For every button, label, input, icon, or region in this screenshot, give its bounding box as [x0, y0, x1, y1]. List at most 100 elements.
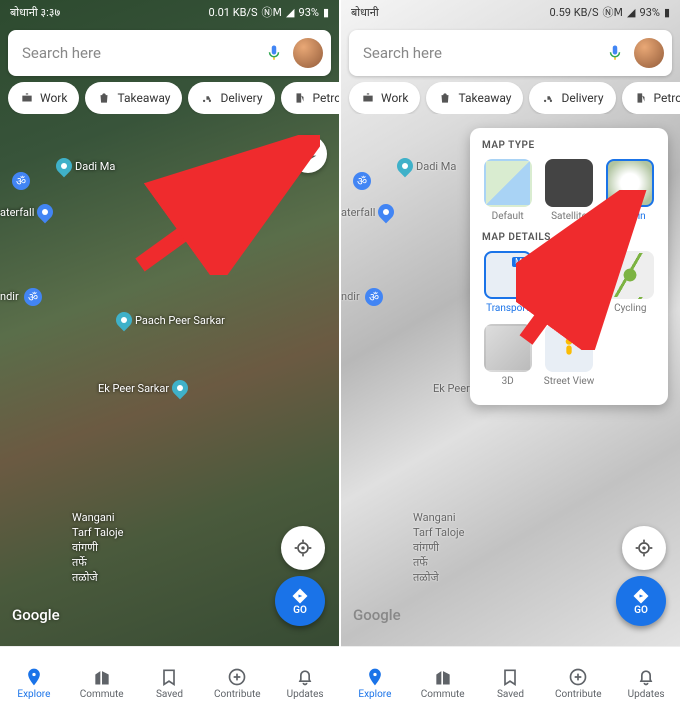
- directions-icon: [291, 587, 309, 605]
- chip-takeaway[interactable]: Takeaway: [426, 82, 523, 114]
- fuel-icon: [293, 91, 307, 105]
- status-bar: बोधानी ३:३७ 0.01 KB/S ⓃⅯ ◢ 93% ▮: [0, 0, 339, 24]
- moped-icon: [200, 91, 214, 105]
- my-location-button[interactable]: [281, 526, 325, 570]
- layers-panel: MAP TYPE Default Satellite Terrain MAP D…: [470, 128, 668, 405]
- chip-work[interactable]: Work: [349, 82, 420, 114]
- bag-icon: [438, 91, 452, 105]
- chip-takeaway[interactable]: Takeaway: [85, 82, 182, 114]
- temple-marker-2[interactable]: ॐ: [365, 288, 383, 306]
- nav-contribute[interactable]: Contribute: [544, 647, 612, 720]
- go-button[interactable]: GO: [275, 576, 325, 626]
- moped-icon: [541, 91, 555, 105]
- bell-icon: [295, 667, 315, 687]
- place-paach[interactable]: Paach Peer Sarkar: [116, 312, 225, 328]
- search-bar[interactable]: Search here: [8, 30, 331, 76]
- battery-icon: ▮: [664, 6, 670, 19]
- temple-marker[interactable]: ॐ: [12, 172, 30, 190]
- avatar[interactable]: [293, 38, 323, 68]
- chip-petrol[interactable]: Petrol: [281, 82, 339, 114]
- pin-icon: [365, 667, 385, 687]
- bookmark-icon: [500, 667, 520, 687]
- search-bar[interactable]: Search here: [349, 30, 672, 76]
- nfc-icon: ⓃⅯ: [603, 4, 624, 20]
- place-waterfall[interactable]: aterfall: [341, 204, 394, 220]
- screenshot-after: बोधानी 0.59 KB/S ⓃⅯ ◢ 93% ▮ Search here …: [341, 0, 680, 720]
- status-right: 0.01 KB/S ⓃⅯ ◢ 93% ▮: [209, 4, 329, 20]
- terrain-thumb: [606, 159, 654, 207]
- briefcase-icon: [361, 91, 375, 105]
- crosshair-icon: [293, 538, 313, 558]
- satellite-thumb: [545, 159, 593, 207]
- temple-marker[interactable]: ॐ: [353, 172, 371, 190]
- search-placeholder: Search here: [363, 44, 596, 62]
- chip-delivery[interactable]: Delivery: [529, 82, 615, 114]
- status-bar: बोधानी 0.59 KB/S ⓃⅯ ◢ 93% ▮: [341, 0, 680, 24]
- google-watermark: Google: [12, 606, 60, 624]
- nav-saved[interactable]: Saved: [477, 647, 545, 720]
- nav-contribute[interactable]: Contribute: [203, 647, 271, 720]
- detail-streetview[interactable]: Street View: [543, 324, 594, 387]
- search-placeholder: Search here: [22, 44, 255, 62]
- bag-icon: [97, 91, 111, 105]
- panel-heading-details: MAP DETAILS: [482, 232, 656, 243]
- category-chips: Work Takeaway Delivery Petrol: [341, 82, 680, 114]
- plus-circle-icon: [227, 667, 247, 687]
- plus-circle-icon: [568, 667, 588, 687]
- pin-icon: [24, 667, 44, 687]
- detail-cycling[interactable]: Cycling: [605, 251, 656, 314]
- wifi-icon: ◢: [286, 6, 294, 19]
- place-waterfall[interactable]: aterfall: [0, 204, 53, 220]
- maptype-terrain[interactable]: Terrain: [605, 159, 656, 222]
- detail-transport[interactable]: Transport: [482, 251, 533, 314]
- nav-explore[interactable]: Explore: [341, 647, 409, 720]
- building-icon: [92, 667, 112, 687]
- avatar[interactable]: [634, 38, 664, 68]
- layers-button[interactable]: [289, 135, 327, 173]
- place-dadi[interactable]: Dadi Ma: [56, 158, 115, 174]
- default-thumb: [484, 159, 532, 207]
- google-watermark: Google: [353, 606, 401, 624]
- chip-delivery[interactable]: Delivery: [188, 82, 274, 114]
- building-icon: [433, 667, 453, 687]
- briefcase-icon: [20, 91, 34, 105]
- place-ekpeer[interactable]: Ek Peer Sarkar: [98, 380, 188, 396]
- layers-icon: [298, 144, 318, 164]
- directions-icon: [632, 587, 650, 605]
- bottom-nav: Explore Commute Saved Contribute Updates: [341, 646, 680, 720]
- battery-icon: ▮: [323, 6, 329, 19]
- nav-commute[interactable]: Commute: [409, 647, 477, 720]
- nav-updates[interactable]: Updates: [612, 647, 680, 720]
- crosshair-icon: [634, 538, 654, 558]
- status-right: 0.59 KB/S ⓃⅯ ◢ 93% ▮: [550, 4, 670, 20]
- cycling-thumb: [606, 251, 654, 299]
- maptype-satellite[interactable]: Satellite: [543, 159, 594, 222]
- place-mandir[interactable]: ndir: [341, 290, 360, 303]
- 3d-thumb: [484, 324, 532, 372]
- nav-updates[interactable]: Updates: [271, 647, 339, 720]
- wifi-icon: ◢: [627, 6, 635, 19]
- traffic-thumb: [545, 251, 593, 299]
- detail-3d[interactable]: 3D: [482, 324, 533, 387]
- chip-work[interactable]: Work: [8, 82, 79, 114]
- place-savarol[interactable]: Savarol: [238, 158, 274, 171]
- nav-commute[interactable]: Commute: [68, 647, 136, 720]
- bookmark-icon: [159, 667, 179, 687]
- place-dadi[interactable]: Dadi Ma: [397, 158, 456, 174]
- maptype-default[interactable]: Default: [482, 159, 533, 222]
- panel-heading-type: MAP TYPE: [482, 140, 656, 151]
- chip-petrol[interactable]: Petrol: [622, 82, 680, 114]
- status-time: बोधानी ३:३७: [10, 5, 60, 20]
- place-mandir[interactable]: ndir: [0, 290, 19, 303]
- go-button[interactable]: GO: [616, 576, 666, 626]
- place-wangani[interactable]: WanganiTarf Talojeवांगणीतर्फेतळोजे: [72, 512, 123, 584]
- microphone-icon[interactable]: [265, 44, 283, 62]
- bell-icon: [636, 667, 656, 687]
- microphone-icon[interactable]: [606, 44, 624, 62]
- nav-saved[interactable]: Saved: [136, 647, 204, 720]
- place-wangani[interactable]: WanganiTarf Talojeवांगणीतर्फेतळोजे: [413, 512, 464, 584]
- my-location-button[interactable]: [622, 526, 666, 570]
- nav-explore[interactable]: Explore: [0, 647, 68, 720]
- temple-marker-2[interactable]: ॐ: [24, 288, 42, 306]
- detail-traffic[interactable]: Traffic: [543, 251, 594, 314]
